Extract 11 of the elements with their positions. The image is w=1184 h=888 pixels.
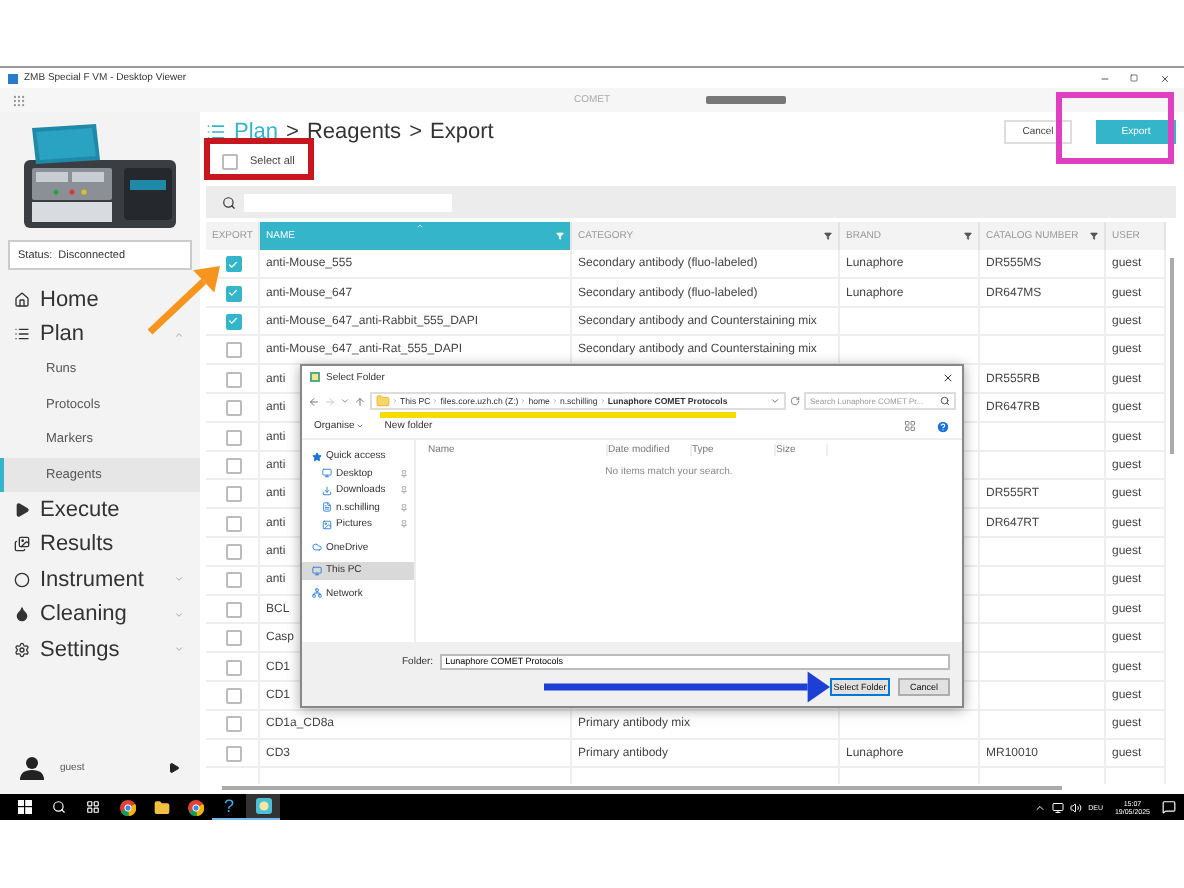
- nav-item[interactable]: Plan: [0, 317, 200, 352]
- nav-item[interactable]: Cleaning: [0, 597, 200, 632]
- breadcrumb-item: Export: [430, 120, 494, 144]
- nav-item[interactable]: Settings: [0, 632, 200, 667]
- nav-item[interactable]: Execute: [0, 492, 200, 527]
- breadcrumb-separator: >: [409, 120, 422, 144]
- nav-item[interactable]: Results: [0, 527, 200, 562]
- breadcrumb-separator: >: [286, 120, 299, 144]
- breadcrumb-item: Reagents: [306, 120, 402, 144]
- nav-item[interactable]: Home: [0, 282, 200, 317]
- nav-item[interactable]: Instrument: [0, 562, 200, 597]
